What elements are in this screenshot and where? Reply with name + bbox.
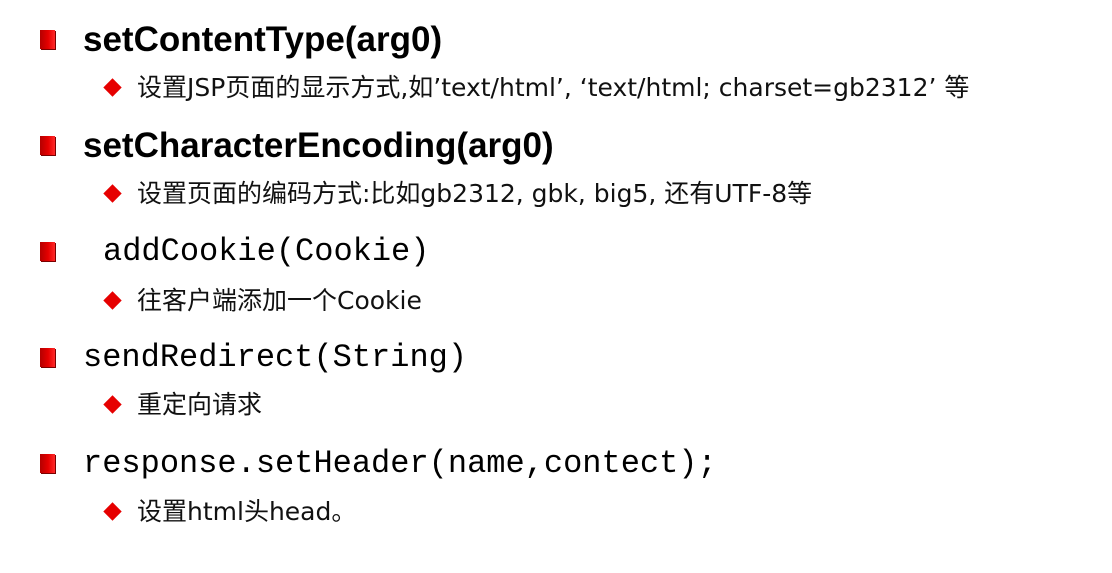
square-bullet-icon bbox=[40, 242, 55, 261]
square-bullet-icon bbox=[40, 30, 55, 49]
method-title: addCookie(Cookie) bbox=[103, 233, 430, 270]
method-title: setCharacterEncoding(arg0) bbox=[83, 126, 554, 165]
method-description: 设置JSP页面的显示方式,如’text/html’, ‘text/html; c… bbox=[137, 73, 970, 102]
square-bullet-icon bbox=[40, 136, 55, 155]
diamond-bullet-icon bbox=[103, 502, 122, 521]
method-description: 重定向请求 bbox=[137, 390, 263, 419]
method-description: 往客户端添加一个Cookie bbox=[137, 286, 422, 315]
diamond-bullet-icon bbox=[103, 291, 122, 310]
diamond-bullet-icon bbox=[103, 78, 122, 97]
method-title: response.setHeader(name,contect); bbox=[83, 445, 717, 482]
method-title: sendRedirect(String) bbox=[83, 339, 468, 376]
method-title: setContentType(arg0) bbox=[83, 20, 443, 59]
square-bullet-icon bbox=[40, 348, 55, 367]
method-description: 设置页面的编码方式:比如gb2312, gbk, big5, 还有UTF-8等 bbox=[137, 179, 813, 208]
square-bullet-icon bbox=[40, 454, 55, 473]
method-description: 设置html头head。 bbox=[137, 497, 357, 526]
diamond-bullet-icon bbox=[103, 184, 122, 203]
diamond-bullet-icon bbox=[103, 395, 122, 414]
